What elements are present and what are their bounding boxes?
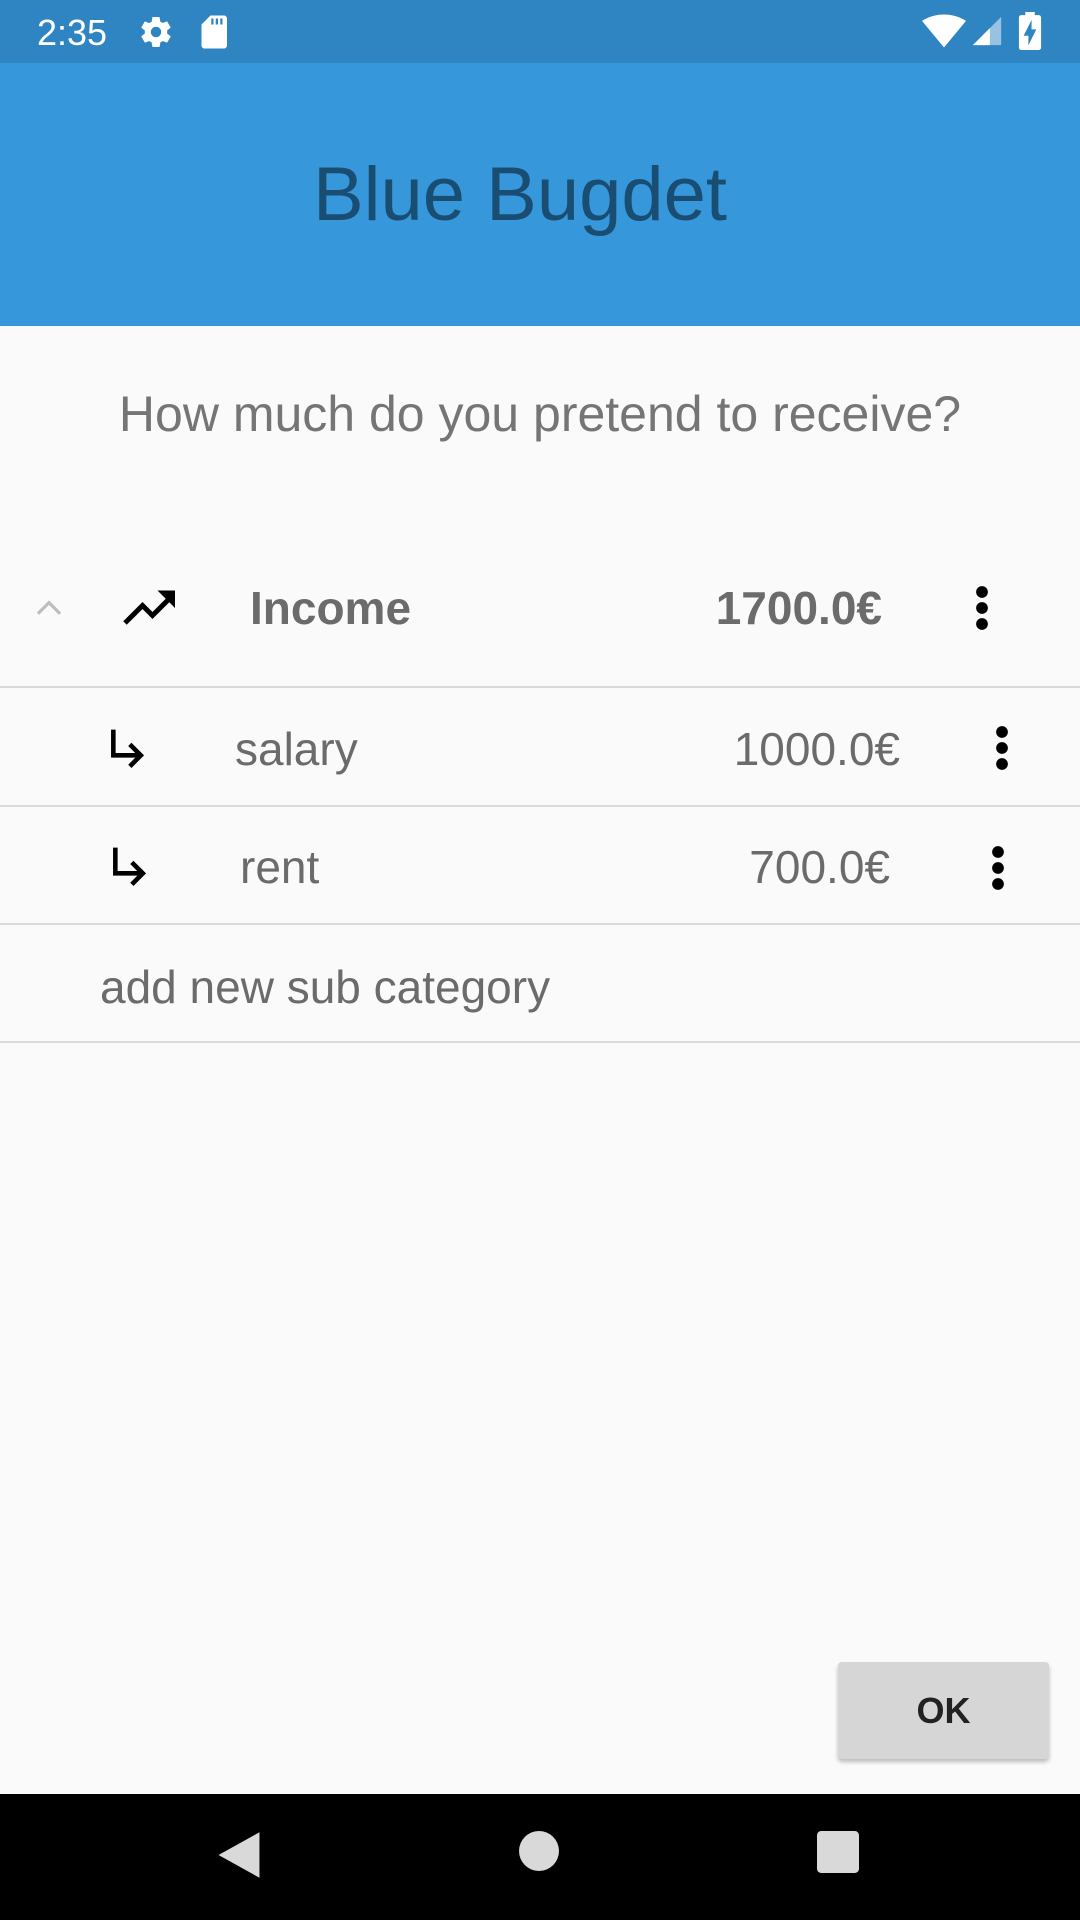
subdirectory-arrow-icon: [113, 847, 147, 886]
category-amount: 1700.0€: [715, 582, 882, 634]
question-text: How much do you pretend to receive?: [118, 386, 962, 442]
ok-button[interactable]: OK: [838, 1662, 1049, 1759]
sub-category-row-rent[interactable]: rent 700.0€: [0, 808, 1080, 925]
app-bar: Blue Bugdet: [0, 63, 1080, 326]
more-vert-icon[interactable]: [990, 844, 1006, 892]
add-sub-category-row[interactable]: add new sub category: [0, 926, 1080, 1043]
chevron-up-icon[interactable]: [30, 590, 68, 628]
back-icon[interactable]: [216, 1830, 262, 1880]
navigation-bar: [0, 1794, 1080, 1920]
status-bar: 2:35: [0, 0, 1080, 63]
sub-category-amount: 700.0€: [749, 841, 890, 893]
wifi-icon: [922, 14, 966, 48]
sd-card-icon: [201, 15, 227, 49]
more-vert-icon[interactable]: [974, 584, 990, 632]
sub-category-amount: 1000.0€: [733, 723, 900, 775]
more-vert-icon[interactable]: [994, 724, 1010, 772]
home-icon[interactable]: [519, 1831, 559, 1871]
battery-charging-icon: [1018, 12, 1042, 50]
status-time: 2:35: [37, 12, 108, 53]
recent-apps-icon[interactable]: [817, 1831, 859, 1873]
signal-icon: [972, 16, 1002, 46]
gear-icon: [141, 17, 171, 48]
category-row-income[interactable]: Income 1700.0€: [0, 548, 1080, 688]
sub-category-name: salary: [235, 723, 358, 775]
trending-up-icon: [123, 590, 175, 625]
sub-category-name: rent: [240, 841, 320, 893]
subdirectory-arrow-icon: [111, 729, 145, 768]
category-name: Income: [250, 582, 412, 634]
add-sub-category-label: add new sub category: [100, 961, 551, 1013]
app-title: Blue Bugdet: [312, 152, 728, 237]
sub-category-row-salary[interactable]: salary 1000.0€: [0, 690, 1080, 807]
